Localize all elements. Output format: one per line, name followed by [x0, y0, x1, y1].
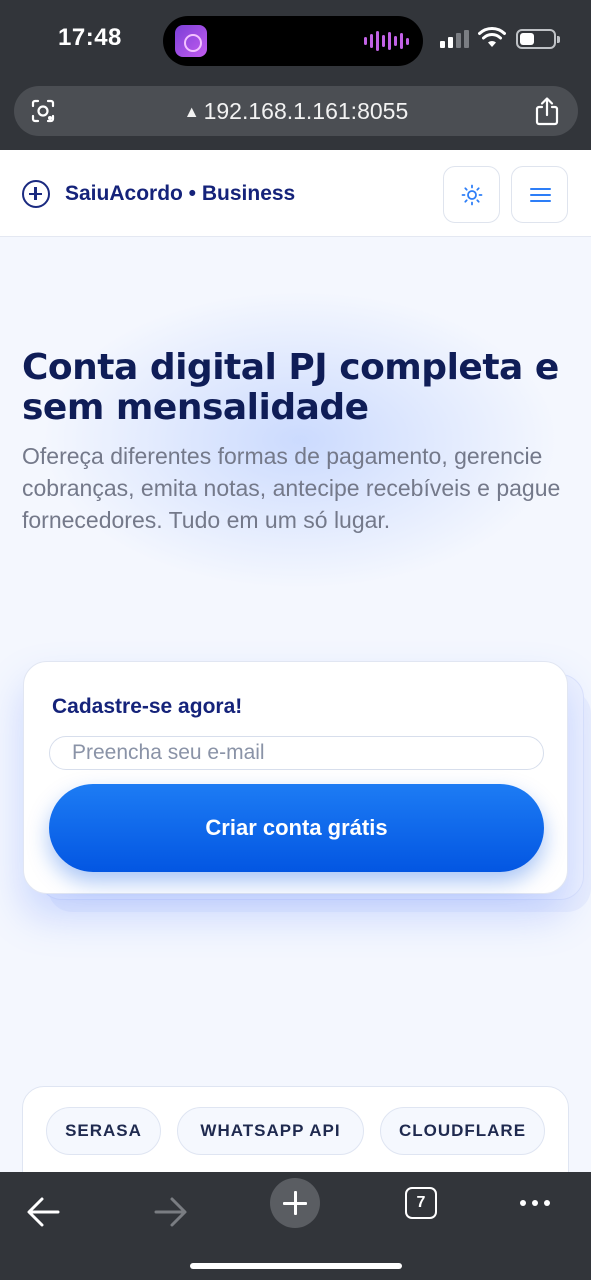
web-page: SaiuAcordo • Business Conta digital PJ c… — [0, 150, 591, 1172]
hero-title: Conta digital PJ completa e sem mensalid… — [22, 347, 559, 428]
site-header: SaiuAcordo • Business — [0, 150, 591, 237]
address-bar[interactable]: ▲ 192.168.1.161:8055 — [14, 86, 578, 136]
not-secure-warning-icon: ▲ — [183, 104, 200, 121]
more-options-icon[interactable] — [520, 1200, 550, 1206]
partner-badge-cloudflare: CLOUDFLARE — [380, 1107, 545, 1155]
logo-plus-circle-icon[interactable] — [22, 180, 50, 208]
status-bar: 17:48 — [0, 0, 591, 82]
cellular-signal-icon — [440, 30, 469, 48]
email-input[interactable] — [49, 736, 544, 770]
back-arrow-icon[interactable] — [14, 1182, 74, 1242]
signup-card: Cadastre-se agora! Criar conta grátis — [23, 661, 568, 894]
tab-switcher-button[interactable]: 7 — [405, 1187, 437, 1219]
now-playing-artwork-icon — [175, 25, 207, 57]
new-tab-plus-icon[interactable] — [270, 1178, 320, 1228]
share-icon[interactable] — [534, 96, 560, 126]
hamburger-menu-icon — [530, 188, 551, 203]
create-account-button[interactable]: Criar conta grátis — [49, 784, 544, 872]
forward-arrow-icon[interactable] — [140, 1182, 200, 1242]
audio-waveform-icon — [364, 31, 409, 51]
dynamic-island[interactable] — [163, 16, 423, 66]
browser-toolbar: 7 — [0, 1172, 591, 1280]
hero-subtitle: Ofereça diferentes formas de pagamento, … — [22, 443, 561, 533]
status-time: 17:48 — [58, 24, 122, 51]
theme-toggle-button[interactable] — [443, 166, 500, 223]
sun-icon — [461, 184, 483, 206]
url-text[interactable]: ▲ 192.168.1.161:8055 — [14, 98, 578, 125]
home-indicator[interactable] — [190, 1263, 402, 1269]
signup-title: Cadastre-se agora! — [52, 695, 243, 718]
partner-badge-serasa: SERASA — [46, 1107, 161, 1155]
wifi-icon — [478, 26, 506, 47]
battery-icon — [516, 29, 560, 49]
brand-name[interactable]: SaiuAcordo • Business — [65, 182, 295, 206]
partner-badge-whatsapp-api: WHATSAPP API — [177, 1107, 364, 1155]
url-value: 192.168.1.161:8055 — [203, 98, 409, 124]
partners-panel: SERASA WHATSAPP API CLOUDFLARE — [22, 1086, 569, 1172]
menu-button[interactable] — [511, 166, 568, 223]
